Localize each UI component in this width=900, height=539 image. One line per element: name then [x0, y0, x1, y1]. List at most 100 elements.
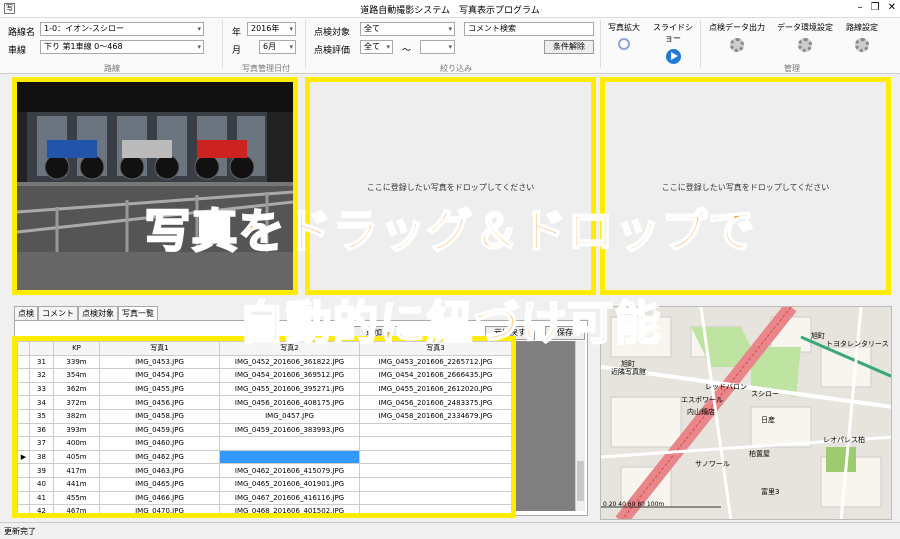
- table-cell-mark[interactable]: [17, 463, 30, 478]
- table-cell-p2[interactable]: IMG_0452_201606_361822.JPG: [219, 354, 360, 370]
- slideshow-button[interactable]: スライドショー: [650, 22, 696, 64]
- table-row[interactable]: 34 372m IMG_0456.JPG IMG_0456_201606_408175…: [17, 395, 511, 410]
- table-cell-p3[interactable]: [359, 422, 511, 438]
- inspect-target-select[interactable]: 全て ▾: [360, 22, 455, 36]
- route-select[interactable]: 1-0：イオン-スシロー ▾: [40, 22, 204, 36]
- data-env-button[interactable]: データ環境設定: [774, 22, 836, 52]
- table-cell-no[interactable]: 35: [29, 408, 54, 424]
- table-cell-p2[interactable]: IMG_0468_201606_401502.JPG: [219, 504, 360, 513]
- table-cell-p1[interactable]: IMG_0460.JPG: [99, 436, 220, 451]
- vertical-scrollbar[interactable]: [575, 341, 585, 511]
- table-cell-kp[interactable]: 417m: [53, 463, 100, 478]
- table-cell-no[interactable]: 37: [29, 436, 54, 451]
- table-cell-p2[interactable]: IMG_0459_201606_383993.JPG: [219, 422, 360, 438]
- photo-drop-zone-3[interactable]: ここに登録したい写真をドロップしてください: [600, 77, 891, 295]
- table-cell-kp[interactable]: 467m: [53, 504, 100, 513]
- close-button[interactable]: ✕: [888, 2, 896, 13]
- table-cell-kp[interactable]: 441m: [53, 476, 100, 492]
- table-cell-p1[interactable]: IMG_0458.JPG: [99, 408, 220, 424]
- table-cell-kp[interactable]: 372m: [53, 395, 100, 410]
- table-cell-mark[interactable]: [17, 381, 30, 397]
- table-cell-mark[interactable]: [17, 490, 30, 506]
- table-cell-p1[interactable]: IMG_0456.JPG: [99, 395, 220, 410]
- table-row[interactable]: 37 400m IMG_0460.JPG: [17, 436, 511, 451]
- table-cell-mark[interactable]: [17, 368, 30, 383]
- table-cell-p1[interactable]: IMG_0462.JPG: [99, 449, 220, 465]
- table-cell-p1[interactable]: IMG_0455.JPG: [99, 381, 220, 397]
- table-cell-kp[interactable]: 354m: [53, 368, 100, 383]
- table-cell-kp[interactable]: 382m: [53, 408, 100, 424]
- table-cell-no[interactable]: 40: [29, 476, 54, 492]
- table-cell-p1[interactable]: IMG_0463.JPG: [99, 463, 220, 478]
- year-select[interactable]: 2016年 ▾: [247, 22, 296, 36]
- table-cell-p3[interactable]: [359, 504, 511, 513]
- table-row[interactable]: 31 339m IMG_0453.JPG IMG_0452_201606_361822…: [17, 354, 511, 370]
- table-cell-p3[interactable]: [359, 490, 511, 506]
- table-row[interactable]: 42 467m IMG_0470.JPG IMG_0468_201606_401502…: [17, 504, 511, 513]
- table-cell-p2[interactable]: IMG_0462_201606_415079.JPG: [219, 463, 360, 478]
- table-cell-p2[interactable]: IMG_0465_201606_401901.JPG: [219, 476, 360, 492]
- export-data-button[interactable]: 点検データ出力: [706, 22, 768, 52]
- clear-filter-button[interactable]: 条件解除: [544, 40, 594, 54]
- table-cell-p3[interactable]: IMG_0453_201606_2265712.JPG: [359, 354, 511, 370]
- table-cell-p2[interactable]: IMG_0457.JPG: [219, 408, 360, 424]
- scrollbar-thumb[interactable]: [577, 461, 584, 501]
- table-cell-p3[interactable]: IMG_0456_201606_2483375.JPG: [359, 395, 511, 410]
- minimize-button[interactable]: –: [858, 2, 863, 13]
- table-cell-p1[interactable]: IMG_0470.JPG: [99, 504, 220, 513]
- table-cell-p3[interactable]: IMG_0454_201606_2666435.JPG: [359, 368, 511, 383]
- table-cell-p2[interactable]: [219, 449, 360, 465]
- table-row[interactable]: 40 441m IMG_0465.JPG IMG_0465_201606_401901…: [17, 476, 511, 492]
- table-cell-p3[interactable]: IMG_0455_201606_2612020.JPG: [359, 381, 511, 397]
- table-cell-p3[interactable]: IMG_0458_201606_2334679.JPG: [359, 408, 511, 424]
- table-cell-no[interactable]: 34: [29, 395, 54, 410]
- table-cell-p1[interactable]: IMG_0454.JPG: [99, 368, 220, 383]
- comment-search-input[interactable]: コメント検索: [464, 22, 594, 36]
- table-cell-mark[interactable]: [17, 422, 30, 438]
- table-cell-p3[interactable]: [359, 476, 511, 492]
- table-cell-p2[interactable]: [219, 436, 360, 451]
- table-cell-p2[interactable]: IMG_0456_201606_408175.JPG: [219, 395, 360, 410]
- table-row[interactable]: 35 382m IMG_0458.JPG IMG_0457.JPG IMG_0458_2…: [17, 408, 511, 424]
- lane-select[interactable]: 下り 第1車線 0〜468 ▾: [40, 40, 204, 54]
- table-cell-p1[interactable]: IMG_0453.JPG: [99, 354, 220, 370]
- table-cell-p2[interactable]: IMG_0455_201606_395271.JPG: [219, 381, 360, 397]
- table-cell-kp[interactable]: 393m: [53, 422, 100, 438]
- table-cell-mark[interactable]: [17, 504, 30, 513]
- table-cell-p1[interactable]: IMG_0466.JPG: [99, 490, 220, 506]
- table-row[interactable]: ▶ 38 405m IMG_0462.JPG: [17, 449, 511, 465]
- table-cell-kp[interactable]: 455m: [53, 490, 100, 506]
- table-cell-mark[interactable]: [17, 395, 30, 410]
- table-cell-kp[interactable]: 405m: [53, 449, 100, 465]
- restore-button[interactable]: ❐: [871, 2, 880, 13]
- inspect-eval-to-select[interactable]: ▾: [420, 40, 455, 54]
- table-cell-p3[interactable]: [359, 463, 511, 478]
- table-row[interactable]: 33 362m IMG_0455.JPG IMG_0455_201606_395271…: [17, 381, 511, 397]
- table-cell-p3[interactable]: [359, 449, 511, 465]
- route-settings-button[interactable]: 路線設定: [840, 22, 884, 52]
- table-cell-p1[interactable]: IMG_0459.JPG: [99, 422, 220, 438]
- table-cell-no[interactable]: 42: [29, 504, 54, 513]
- table-cell-no[interactable]: 41: [29, 490, 54, 506]
- table-cell-mark[interactable]: [17, 354, 30, 370]
- inspect-eval-from-select[interactable]: 全て ▾: [360, 40, 393, 54]
- table-cell-p3[interactable]: [359, 436, 511, 451]
- table-cell-no[interactable]: 33: [29, 381, 54, 397]
- zoom-photo-button[interactable]: 写真拡大: [604, 22, 644, 50]
- table-cell-no[interactable]: 32: [29, 368, 54, 383]
- table-cell-mark[interactable]: [17, 408, 30, 424]
- table-cell-no[interactable]: 39: [29, 463, 54, 478]
- table-cell-kp[interactable]: 400m: [53, 436, 100, 451]
- table-cell-p2[interactable]: IMG_0467_201606_416116.JPG: [219, 490, 360, 506]
- table-cell-mark[interactable]: [17, 476, 30, 492]
- table-cell-no[interactable]: 31: [29, 354, 54, 370]
- table-cell-kp[interactable]: 339m: [53, 354, 100, 370]
- table-cell-mark[interactable]: [17, 436, 30, 451]
- table-cell-no[interactable]: 38: [29, 449, 54, 465]
- table-row[interactable]: 32 354m IMG_0454.JPG IMG_0454_201606_369512…: [17, 368, 511, 383]
- table-cell-no[interactable]: 36: [29, 422, 54, 438]
- table-row[interactable]: 36 393m IMG_0459.JPG IMG_0459_201606_383993…: [17, 422, 511, 438]
- table-row[interactable]: 41 455m IMG_0466.JPG IMG_0467_201606_416116…: [17, 490, 511, 506]
- photo-drop-zone-2[interactable]: ここに登録したい写真をドロップしてください: [305, 77, 596, 295]
- table-cell-mark[interactable]: ▶: [17, 449, 30, 465]
